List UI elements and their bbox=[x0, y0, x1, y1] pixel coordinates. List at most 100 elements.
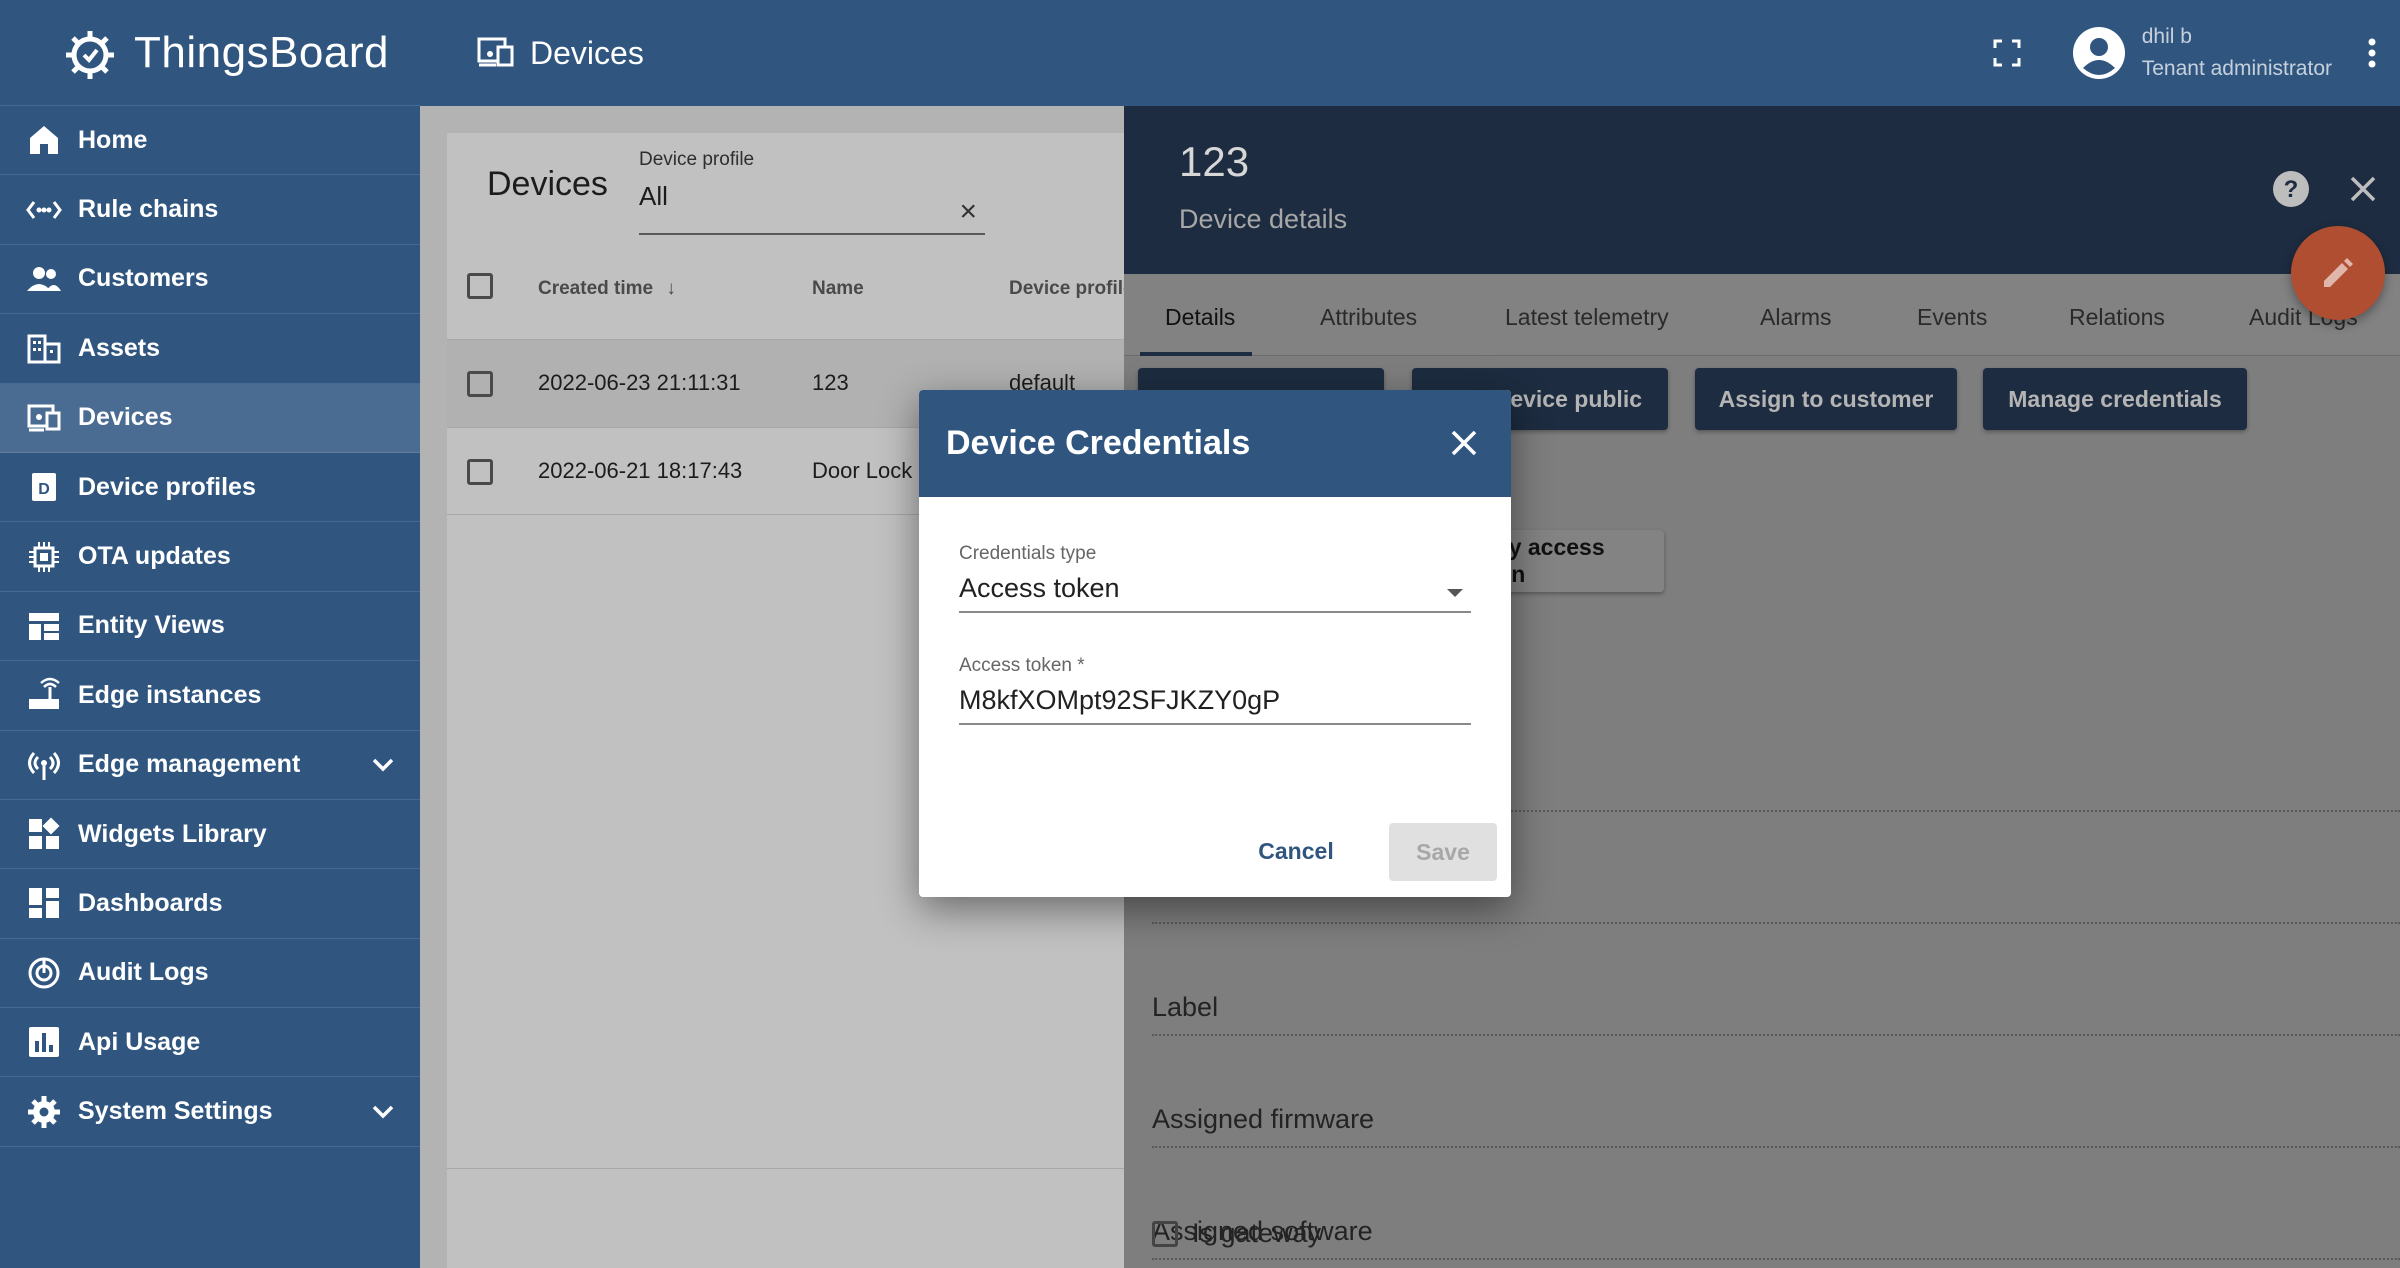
chevron-down-icon[interactable] bbox=[372, 1105, 394, 1119]
close-dialog-icon[interactable] bbox=[1447, 426, 1481, 460]
svg-text:?: ? bbox=[2284, 176, 2299, 203]
tab-relations[interactable]: Relations bbox=[2069, 304, 2165, 331]
sidebar-item-rule-chains[interactable]: Rule chains bbox=[0, 175, 420, 245]
row-created-time: 2022-06-21 18:17:43 bbox=[538, 458, 743, 483]
account-circle-icon[interactable] bbox=[2072, 26, 2126, 80]
device-profile-filter-label: Device profile bbox=[639, 149, 755, 170]
tab-attributes[interactable]: Attributes bbox=[1320, 304, 1417, 331]
column-created-time-label: Created time bbox=[538, 278, 654, 299]
table-title: Devices bbox=[487, 165, 608, 203]
pencil-icon bbox=[2324, 258, 2353, 287]
select-all-checkbox[interactable] bbox=[467, 273, 493, 299]
sidebar-item-label: Audit Logs bbox=[78, 958, 209, 987]
chevron-down-icon[interactable] bbox=[372, 758, 394, 772]
access-token-input[interactable]: Access token * M8kfXOMpt92SFJKZY0gP bbox=[959, 655, 1471, 725]
cancel-button[interactable]: Cancel bbox=[1247, 823, 1345, 879]
sidebar-item-label: Home bbox=[78, 125, 148, 154]
active-tab-indicator bbox=[1140, 352, 1252, 356]
device-profile-filter[interactable]: Device profile All × bbox=[639, 145, 985, 235]
sidebar-item-entity-views[interactable]: Entity Views bbox=[0, 592, 420, 662]
app-name: ThingsBoard bbox=[134, 27, 389, 77]
entity-views-icon bbox=[29, 612, 59, 640]
row-name: Door Lock bbox=[812, 458, 913, 483]
close-details-icon[interactable] bbox=[2346, 172, 2380, 206]
sort-arrow-down-icon: ↓ bbox=[666, 278, 676, 299]
tab-alarms[interactable]: Alarms bbox=[1760, 304, 1832, 331]
assets-icon bbox=[27, 334, 61, 364]
sidebar-item-edge-instances[interactable]: Edge instances bbox=[0, 661, 420, 731]
edit-button[interactable] bbox=[2291, 226, 2385, 320]
row-name: 123 bbox=[812, 370, 849, 395]
sidebar-item-label: Entity Views bbox=[78, 611, 225, 640]
manage-credentials-button[interactable]: Manage credentials bbox=[1983, 368, 2247, 430]
column-created-time[interactable]: Created time ↓ bbox=[538, 278, 676, 300]
svg-text:D: D bbox=[38, 481, 50, 498]
details-header: 123 Device details ? bbox=[1124, 106, 2400, 274]
top-bar: Devices dhil b Tenant administrator bbox=[420, 0, 2400, 106]
more-menu-button[interactable] bbox=[2354, 28, 2390, 78]
sidebar-item-widgets-library[interactable]: Widgets Library bbox=[0, 800, 420, 870]
tab-events[interactable]: Events bbox=[1917, 304, 1987, 331]
save-button: Save bbox=[1389, 823, 1497, 881]
credentials-type-label: Credentials type bbox=[959, 543, 1097, 564]
details-tabs: Details Attributes Latest telemetry Alar… bbox=[1124, 274, 2400, 356]
rule-chain-icon bbox=[26, 200, 62, 219]
user-role: Tenant administrator bbox=[2141, 57, 2332, 80]
sidebar-item-label: Api Usage bbox=[78, 1027, 201, 1056]
device-profile-filter-value: All bbox=[639, 181, 668, 211]
user-name: dhil b bbox=[2141, 25, 2192, 48]
sidebar-item-device-profiles[interactable]: D Device profiles bbox=[0, 453, 420, 523]
table-paginator bbox=[447, 1168, 1147, 1268]
assign-to-customer-button[interactable]: Assign to customer bbox=[1695, 368, 1957, 430]
help-icon[interactable]: ? bbox=[2272, 170, 2310, 208]
sidebar-item-api-usage[interactable]: Api Usage bbox=[0, 1008, 420, 1078]
device-credentials-dialog: Device Credentials Credentials type Acce… bbox=[919, 390, 1511, 897]
user-info[interactable]: dhil b Tenant administrator bbox=[2142, 21, 2332, 85]
sidebar-item-label: Widgets Library bbox=[78, 819, 267, 848]
more-vert-icon bbox=[2368, 38, 2376, 68]
sidebar-item-label: System Settings bbox=[78, 1097, 273, 1126]
fullscreen-button[interactable] bbox=[1982, 28, 2032, 78]
customers-icon bbox=[27, 266, 61, 291]
settings-icon bbox=[28, 1095, 60, 1128]
sidebar-item-assets[interactable]: Assets bbox=[0, 314, 420, 384]
sidebar-item-dashboards[interactable]: Dashboards bbox=[0, 869, 420, 939]
sidebar-item-ota-updates[interactable]: OTA updates bbox=[0, 522, 420, 592]
dropdown-arrow-icon bbox=[1447, 589, 1463, 597]
column-name[interactable]: Name bbox=[812, 278, 864, 300]
sidebar-item-audit-logs[interactable]: Audit Logs bbox=[0, 939, 420, 1009]
is-gateway-checkbox-box[interactable] bbox=[1152, 1220, 1178, 1247]
sidebar-item-customers[interactable]: Customers bbox=[0, 245, 420, 315]
credentials-type-select[interactable]: Credentials type Access token bbox=[959, 543, 1471, 613]
fullscreen-icon bbox=[1993, 39, 2021, 67]
row-checkbox[interactable] bbox=[467, 371, 493, 397]
sidebar-item-label: Devices bbox=[78, 403, 173, 432]
sidebar-item-label: Device profiles bbox=[78, 472, 256, 501]
sidebar-item-system-settings[interactable]: System Settings bbox=[0, 1077, 420, 1147]
api-usage-icon bbox=[29, 1027, 59, 1058]
sidebar-item-edge-management[interactable]: Edge management bbox=[0, 731, 420, 800]
sidebar-item-devices[interactable]: Devices bbox=[0, 383, 420, 453]
sidebar-item-label: Customers bbox=[78, 264, 209, 293]
sidebar-item-label: Edge instances bbox=[78, 680, 262, 709]
tab-latest-telemetry[interactable]: Latest telemetry bbox=[1505, 304, 1669, 331]
widgets-icon bbox=[29, 817, 60, 850]
dialog-title: Device Credentials bbox=[946, 424, 1251, 462]
sidebar-item-home[interactable]: Home bbox=[0, 106, 420, 176]
edge-management-icon bbox=[28, 751, 60, 780]
is-gateway-checkbox[interactable]: Is gateway bbox=[1152, 1218, 1321, 1249]
tab-details[interactable]: Details bbox=[1165, 304, 1235, 331]
sidebar-item-label: Edge management bbox=[78, 750, 301, 779]
row-created-time: 2022-06-23 21:11:31 bbox=[538, 370, 741, 395]
assigned-software-field[interactable]: Assigned software bbox=[1152, 1108, 2400, 1260]
credentials-type-value: Access token bbox=[959, 573, 1120, 603]
sidebar-item-label: Rule chains bbox=[78, 195, 219, 224]
sidebar: ThingsBoard Home Rule chains Customers Asse… bbox=[0, 0, 420, 1268]
row-checkbox[interactable] bbox=[467, 459, 493, 485]
dashboards-icon bbox=[29, 888, 59, 919]
clear-filter-icon[interactable]: × bbox=[959, 195, 977, 229]
app-logo[interactable]: ThingsBoard bbox=[0, 0, 420, 106]
column-device-profile[interactable]: Device profile bbox=[1009, 278, 1134, 300]
device-profile-icon: D bbox=[32, 473, 56, 502]
audit-logs-icon bbox=[28, 957, 60, 989]
